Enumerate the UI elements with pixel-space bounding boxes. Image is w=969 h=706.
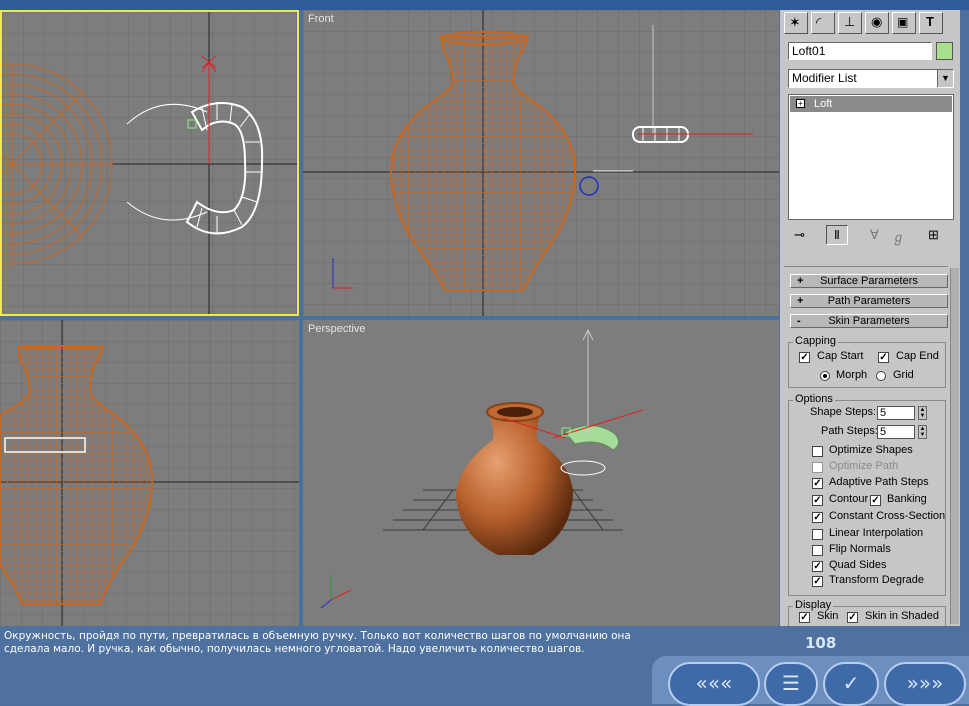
- quad-sides-checkbox[interactable]: ✓: [812, 561, 823, 572]
- forward-button[interactable]: »»»: [884, 662, 966, 706]
- create-icon: ✶: [789, 14, 801, 30]
- viewport-top[interactable]: [0, 10, 299, 316]
- adaptive-path-steps-label: Adaptive Path Steps: [829, 476, 929, 488]
- motion-tab[interactable]: ◉: [865, 12, 889, 34]
- back-button[interactable]: «««: [668, 662, 760, 706]
- viewport-top-scene: [2, 12, 297, 314]
- tutorial-text: Окружность, пройдя по пути, превратилась…: [4, 630, 631, 655]
- command-panel: ✶ ◜ ⊥ ◉ ▣ T Loft01 Modifier List ▼ + Lof…: [780, 10, 960, 630]
- viewport-front-label: Front: [308, 13, 334, 25]
- chevron-down-icon: ▼: [937, 70, 953, 87]
- linear-interpolation-checkbox[interactable]: [812, 529, 823, 540]
- modifier-list-label: Modifier List: [792, 71, 857, 85]
- title-strip: [0, 0, 969, 10]
- skin-in-shaded-label: Skin in Shaded: [865, 610, 939, 622]
- optimize-path-label: Optimize Path: [829, 460, 899, 472]
- display-tab[interactable]: ▣: [892, 12, 916, 34]
- expand-icon[interactable]: +: [796, 99, 805, 108]
- display-icon: ▣: [897, 15, 909, 29]
- path-steps-label: Path Steps:: [821, 425, 878, 437]
- show-end-result-icon[interactable]: Ⅱ: [826, 225, 848, 245]
- morph-label: Morph: [836, 369, 868, 381]
- grid-label: Grid: [893, 369, 914, 381]
- object-name-field[interactable]: Loft01: [788, 42, 932, 60]
- viewport-perspective-label: Perspective: [308, 323, 366, 335]
- make-unique-icon[interactable]: ∀: [870, 227, 879, 243]
- skin-in-shaded-checkbox[interactable]: ✓: [847, 612, 858, 623]
- pin-stack-icon[interactable]: ⊸: [794, 227, 805, 243]
- path-steps-spinner[interactable]: ▲ ▼: [918, 425, 927, 439]
- optimize-path-checkbox[interactable]: [812, 462, 823, 473]
- utilities-icon: T: [926, 14, 934, 29]
- motion-icon: ◉: [871, 14, 883, 29]
- remove-modifier-icon[interactable]: ℊ: [892, 227, 905, 246]
- constant-cross-section-label: Constant Cross-Section: [829, 510, 946, 522]
- capping-group: Capping: [788, 335, 946, 388]
- modify-tab[interactable]: ◜: [811, 12, 835, 34]
- shape-steps-input[interactable]: 5: [877, 406, 915, 420]
- viewport-front[interactable]: Front: [303, 10, 779, 316]
- viewport-perspective[interactable]: Perspective: [303, 320, 779, 626]
- hierarchy-tab[interactable]: ⊥: [838, 12, 862, 34]
- utilities-tab[interactable]: T: [919, 12, 943, 34]
- morph-radio[interactable]: [820, 371, 830, 381]
- back-arrows-icon: «««: [695, 671, 733, 695]
- stack-item-loft[interactable]: + Loft: [790, 96, 952, 112]
- capping-title: Capping: [793, 335, 838, 347]
- hierarchy-icon: ⊥: [844, 14, 856, 29]
- linear-interpolation-label: Linear Interpolation: [829, 527, 924, 539]
- menu-icon: ☰: [782, 671, 800, 695]
- constant-cross-section-checkbox[interactable]: ✓: [812, 512, 823, 523]
- shape-steps-label: Shape Steps:: [810, 406, 877, 418]
- viewport-left[interactable]: [0, 320, 299, 626]
- optimize-shapes-checkbox[interactable]: [812, 446, 823, 457]
- cap-end-label: Cap End: [896, 350, 939, 362]
- viewport-front-scene: [303, 10, 779, 316]
- create-tab[interactable]: ✶: [784, 12, 808, 34]
- banking-label: Banking: [887, 493, 927, 505]
- quad-sides-label: Quad Sides: [829, 559, 887, 571]
- object-color-swatch[interactable]: [936, 42, 953, 60]
- tutorial-bar: Окружность, пройдя по пути, превратилась…: [0, 626, 969, 706]
- check-icon: ✓: [842, 671, 860, 695]
- page-number: 108: [805, 634, 837, 652]
- contents-button[interactable]: ☰: [764, 662, 818, 706]
- shape-steps-spinner[interactable]: ▲ ▼: [918, 406, 927, 420]
- cap-end-checkbox[interactable]: ✓: [878, 352, 889, 363]
- rollout-surface-parameters[interactable]: + Surface Parameters: [790, 274, 948, 288]
- optimize-shapes-label: Optimize Shapes: [829, 444, 913, 456]
- cap-start-label: Cap Start: [817, 350, 864, 362]
- viewport-left-scene: [0, 320, 299, 626]
- viewport-perspective-scene: [320, 328, 644, 609]
- path-steps-input[interactable]: 5: [877, 425, 915, 439]
- flip-normals-label: Flip Normals: [829, 543, 891, 555]
- check-button[interactable]: ✓: [823, 662, 879, 706]
- panel-right-edge: [960, 10, 969, 626]
- skin-label: Skin: [817, 610, 839, 622]
- cap-start-checkbox[interactable]: ✓: [799, 352, 810, 363]
- rollout-skin-parameters[interactable]: - Skin Parameters: [790, 314, 948, 328]
- skin-checkbox[interactable]: ✓: [799, 612, 810, 623]
- stack-item-label: Loft: [814, 98, 833, 110]
- rollout-scrollbar[interactable]: [950, 268, 959, 624]
- contour-label: Contour: [829, 493, 869, 505]
- modify-icon: ◜: [816, 14, 822, 30]
- adaptive-path-steps-checkbox[interactable]: ✓: [812, 478, 823, 489]
- modifier-stack[interactable]: + Loft: [788, 94, 954, 220]
- configure-sets-icon[interactable]: ⊞: [928, 227, 939, 243]
- options-title: Options: [793, 393, 835, 405]
- forward-arrows-icon: »»»: [906, 671, 944, 695]
- transform-degrade-checkbox[interactable]: ✓: [812, 576, 823, 587]
- contour-checkbox[interactable]: ✓: [812, 495, 823, 506]
- banking-checkbox[interactable]: ✓: [870, 495, 881, 506]
- transform-degrade-label: Transform Degrade: [829, 574, 924, 586]
- rollout-path-parameters[interactable]: + Path Parameters: [790, 294, 948, 308]
- stack-toolbar: ⊸ Ⅱ ∀ ℊ ⊞: [788, 224, 954, 248]
- flip-normals-checkbox[interactable]: [812, 545, 823, 556]
- grid-radio[interactable]: [876, 371, 886, 381]
- modifier-list-dropdown[interactable]: Modifier List ▼: [788, 69, 954, 88]
